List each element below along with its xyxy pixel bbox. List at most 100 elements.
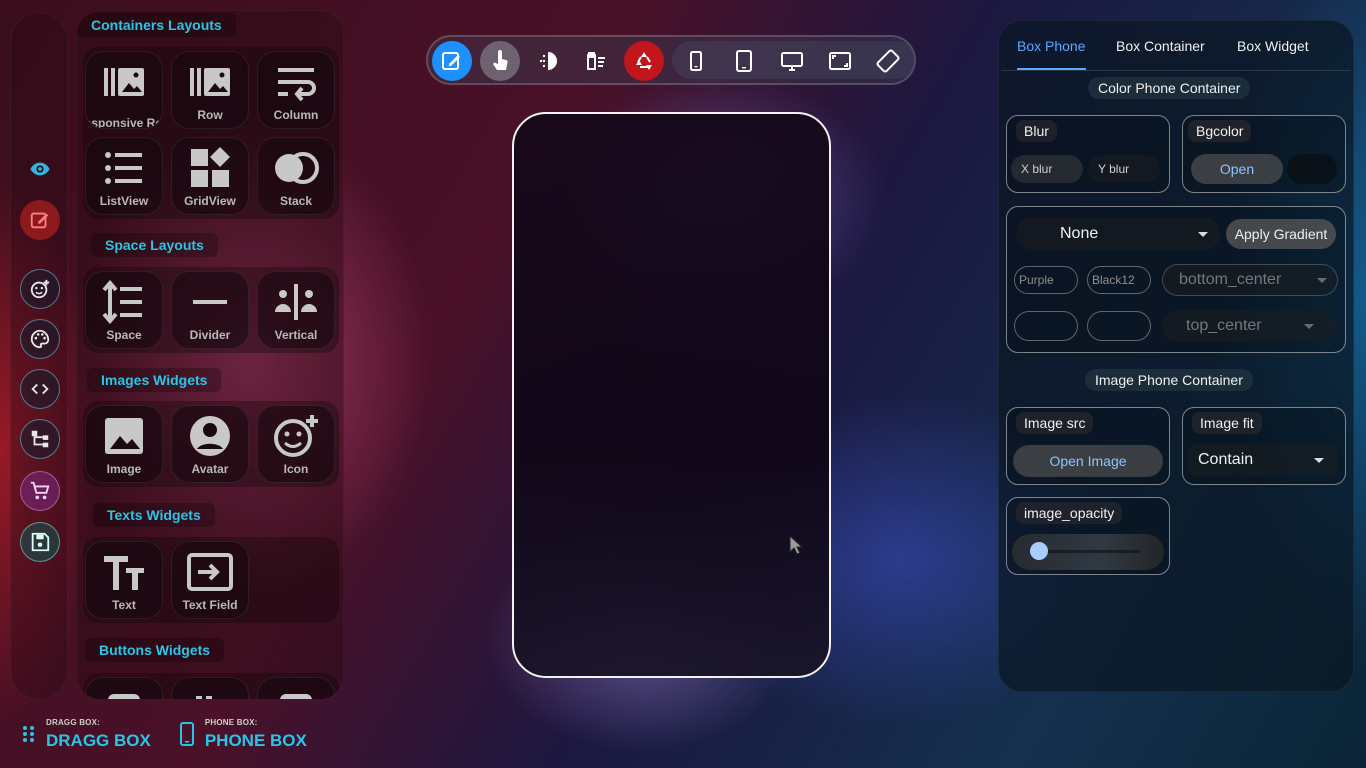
widget-label: Responsive Row bbox=[85, 116, 163, 129]
widget-vertical[interactable]: Vertical bbox=[257, 271, 335, 349]
code-button[interactable] bbox=[20, 369, 60, 409]
dragg-box-caption: DRAGG BOX: bbox=[46, 717, 100, 727]
gradient-color4-input[interactable] bbox=[1087, 311, 1151, 341]
phone-icon bbox=[179, 722, 194, 746]
gradient-color2-input[interactable]: Black12 bbox=[1087, 266, 1151, 294]
tree-icon bbox=[31, 430, 49, 448]
eye-icon bbox=[30, 162, 50, 176]
bgcolor-swatch[interactable] bbox=[1287, 154, 1337, 184]
widget-listview[interactable]: ListView bbox=[85, 137, 163, 215]
store-button[interactable] bbox=[20, 471, 60, 511]
widget-icon[interactable]: Icon bbox=[257, 405, 335, 483]
device-desktop-button[interactable] bbox=[772, 41, 812, 81]
button-icon bbox=[280, 694, 312, 699]
touch-tool-button[interactable] bbox=[480, 41, 520, 81]
widget-row[interactable]: Row bbox=[171, 51, 249, 129]
widget-space[interactable]: Space bbox=[85, 271, 163, 349]
widget-button-3[interactable] bbox=[257, 677, 335, 699]
image-section-title: Image Phone Container bbox=[1085, 369, 1253, 391]
gradient-begin-select[interactable]: bottom_center bbox=[1162, 264, 1338, 296]
save-icon bbox=[31, 532, 50, 552]
widget-column[interactable]: Column bbox=[257, 51, 335, 129]
screen-rotation-icon bbox=[876, 49, 900, 73]
gradient-color1-input[interactable]: Purple bbox=[1014, 266, 1078, 294]
chevron-down-icon bbox=[1314, 457, 1324, 463]
screenshot-monitor-icon bbox=[829, 52, 851, 70]
dragg-box-value: DRAGG BOX bbox=[46, 730, 151, 750]
image-fit-label: Image fit bbox=[1192, 412, 1262, 434]
gradient-type-select[interactable]: None bbox=[1016, 218, 1220, 250]
phone-box-caption: PHONE BOX: bbox=[204, 717, 258, 727]
widget-tree-button[interactable] bbox=[20, 419, 60, 459]
device-tablet-button[interactable] bbox=[724, 41, 764, 81]
gradient-type-value: None bbox=[1060, 225, 1099, 242]
tab-box-container[interactable]: Box Container bbox=[1116, 38, 1205, 54]
text-fields-icon bbox=[104, 556, 144, 590]
device-phone-button[interactable] bbox=[676, 41, 716, 81]
input-icon bbox=[187, 553, 233, 591]
bottom-info-bar: DRAGG BOX: DRAGG BOX PHONE BOX: PHONE BO… bbox=[22, 712, 307, 756]
color-section-title: Color Phone Container bbox=[1088, 77, 1251, 99]
left-rail bbox=[10, 12, 68, 700]
theme-button[interactable] bbox=[20, 319, 60, 359]
edit-tool-button[interactable] bbox=[432, 41, 472, 81]
open-image-button[interactable]: Open Image bbox=[1013, 445, 1163, 477]
edit-note-icon bbox=[442, 52, 460, 70]
widget-divider[interactable]: Divider bbox=[171, 271, 249, 349]
recycle-button[interactable] bbox=[624, 41, 664, 81]
opacity-tool-button[interactable] bbox=[528, 41, 568, 81]
widget-text[interactable]: Text bbox=[85, 541, 163, 619]
widget-gridview[interactable]: GridView bbox=[171, 137, 249, 215]
edit-icon bbox=[30, 212, 49, 229]
widget-responsive-row[interactable]: Responsive Row bbox=[85, 51, 163, 129]
tablet-icon bbox=[736, 50, 752, 72]
account-circle-icon bbox=[190, 416, 230, 456]
apply-gradient-button[interactable]: Apply Gradient bbox=[1226, 219, 1336, 249]
widget-stack[interactable]: Stack bbox=[257, 137, 335, 215]
widget-label: Icon bbox=[283, 462, 309, 476]
gradient-end-select[interactable]: top_center bbox=[1162, 310, 1338, 342]
row-icon bbox=[190, 68, 230, 96]
button-icon bbox=[196, 696, 212, 699]
widget-avatar[interactable]: Avatar bbox=[171, 405, 249, 483]
widget-label: GridView bbox=[184, 194, 236, 208]
line-spacing-icon bbox=[102, 280, 142, 324]
widget-image[interactable]: Image bbox=[85, 405, 163, 483]
stack-icon bbox=[275, 152, 319, 184]
add-emoji-button[interactable] bbox=[20, 269, 60, 309]
preview-button[interactable] bbox=[20, 149, 60, 189]
bgcolor-open-button[interactable]: Open bbox=[1191, 154, 1283, 184]
image-fit-select[interactable]: Contain bbox=[1188, 444, 1338, 476]
save-button[interactable] bbox=[20, 522, 60, 562]
top-toolbar bbox=[426, 35, 916, 85]
opacity-slider-thumb[interactable] bbox=[1030, 542, 1048, 560]
widget-text-field[interactable]: Text Field bbox=[171, 541, 249, 619]
y-blur-input[interactable]: Y blur bbox=[1088, 155, 1160, 183]
chevron-down-icon bbox=[1317, 277, 1327, 283]
phone-box-value: PHONE BOX bbox=[204, 730, 307, 750]
wrap-text-icon bbox=[278, 68, 316, 102]
blur-icon bbox=[539, 52, 557, 70]
delete-tool-button[interactable] bbox=[576, 41, 616, 81]
phone-preview[interactable] bbox=[512, 112, 831, 678]
tab-box-phone[interactable]: Box Phone bbox=[1017, 38, 1086, 54]
widget-label: Image bbox=[106, 462, 142, 476]
list-icon bbox=[105, 152, 142, 184]
widget-label: Vertical bbox=[274, 328, 318, 342]
gradient-end-value: top_center bbox=[1186, 317, 1262, 334]
tab-box-widget[interactable]: Box Widget bbox=[1237, 38, 1309, 54]
button-icon bbox=[108, 694, 140, 699]
add-reaction-icon bbox=[274, 415, 318, 457]
gradient-color3-input[interactable] bbox=[1014, 311, 1078, 341]
edit-mode-button[interactable] bbox=[20, 200, 60, 240]
device-screen-button[interactable] bbox=[820, 41, 860, 81]
rotate-button[interactable] bbox=[868, 41, 908, 81]
widget-button-2[interactable] bbox=[171, 677, 249, 699]
opacity-slider-line bbox=[1040, 550, 1140, 553]
chevron-down-icon bbox=[1304, 323, 1314, 329]
widget-button-1[interactable] bbox=[85, 677, 163, 699]
phone-box-info: PHONE BOX: PHONE BOX bbox=[179, 712, 307, 756]
mouse-cursor-icon bbox=[789, 534, 804, 555]
dragg-box-info: DRAGG BOX: DRAGG BOX bbox=[22, 712, 151, 756]
x-blur-input[interactable]: X blur bbox=[1011, 155, 1083, 183]
